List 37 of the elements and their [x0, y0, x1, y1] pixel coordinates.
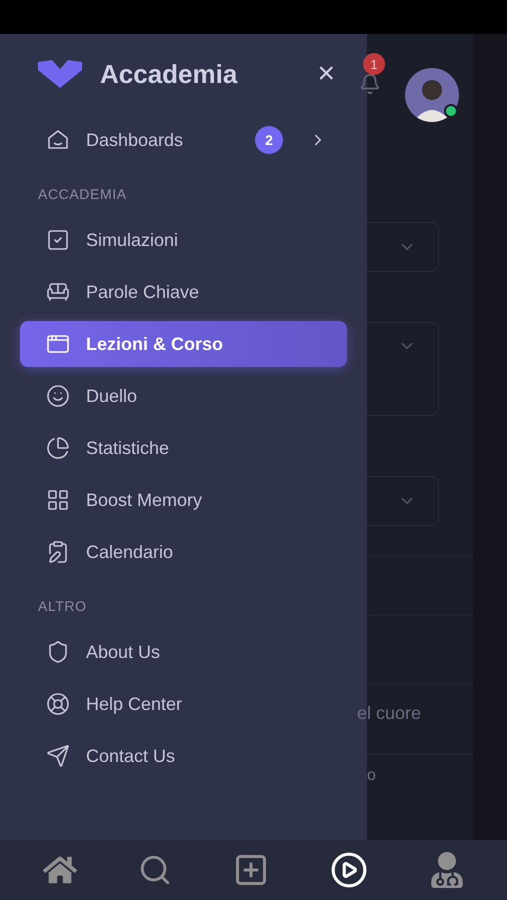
- note-icon: [46, 540, 70, 564]
- menu-item[interactable]: Contact Us: [20, 733, 347, 779]
- menu-item[interactable]: Statistiche: [20, 425, 347, 471]
- checkbox-icon: [46, 228, 70, 252]
- menu-item[interactable]: Calendario: [20, 529, 347, 575]
- grid-icon: [46, 488, 70, 512]
- select-field[interactable]: [367, 322, 439, 416]
- menu-item[interactable]: Boost Memory: [20, 477, 347, 523]
- window-icon: [46, 332, 70, 356]
- select-field[interactable]: [367, 476, 439, 526]
- menu-item[interactable]: Simulazioni: [20, 217, 347, 263]
- app-title: Accademia: [100, 58, 238, 90]
- notification-badge: 1: [363, 53, 385, 75]
- menu-item[interactable]: Parole Chiave: [20, 269, 347, 315]
- pie-chart-icon: [46, 436, 70, 460]
- logo-icon: [38, 60, 82, 88]
- shield-icon: [46, 640, 70, 664]
- section-header: ALTRO: [37, 598, 88, 614]
- body-text: el cuore: [357, 703, 422, 724]
- menu-item[interactable]: Duello: [20, 373, 347, 419]
- home-icon: [46, 128, 70, 152]
- menu-item[interactable]: About Us: [20, 629, 347, 675]
- close-button[interactable]: ×: [317, 59, 335, 89]
- menu-item[interactable]: Dashboards 2: [20, 117, 347, 163]
- select-field[interactable]: [367, 222, 439, 272]
- section-header: ACCADEMIA: [37, 186, 128, 202]
- play-tab[interactable]: [330, 851, 368, 889]
- lifebuoy-icon: [46, 692, 70, 716]
- paper-plane-icon: [46, 744, 70, 768]
- bell-icon[interactable]: [359, 73, 381, 95]
- body-text: o: [367, 767, 377, 785]
- avatar[interactable]: [405, 68, 459, 122]
- menu-item[interactable]: Help Center: [20, 681, 347, 727]
- menu-item[interactable]: Lezioni & Corso: [20, 321, 347, 367]
- count-badge: 2: [255, 126, 283, 154]
- face-icon: [46, 384, 70, 408]
- doctor-tab[interactable]: [428, 852, 464, 888]
